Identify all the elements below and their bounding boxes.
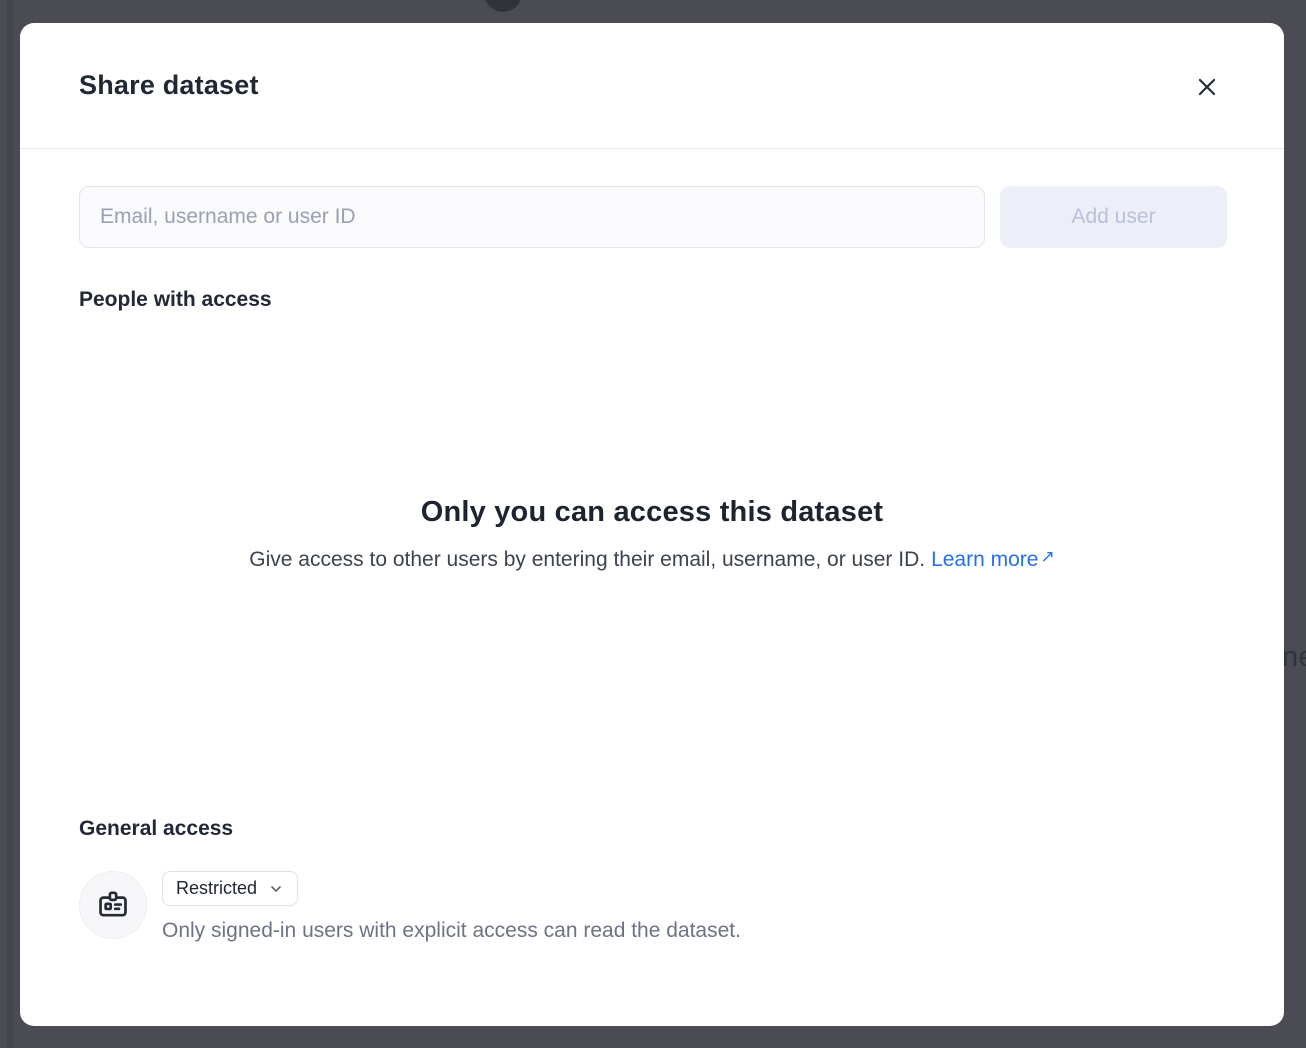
empty-state-title: Only you can access this dataset (20, 496, 1284, 529)
background-avatar (484, 0, 522, 12)
user-search-input[interactable] (79, 186, 985, 248)
id-badge-icon (96, 888, 130, 922)
general-access-description: Only signed-in users with explicit acces… (162, 919, 741, 943)
visibility-selected-value: Restricted (176, 878, 257, 899)
share-dataset-modal: Share dataset Add user People with acces… (20, 23, 1284, 1026)
external-link-icon: ↗ (1040, 547, 1054, 567)
general-access-details: Restricted Only signed-in users with exp… (162, 871, 741, 943)
restricted-badge-circle (79, 871, 147, 939)
close-icon (1194, 74, 1220, 100)
header-divider (20, 148, 1284, 149)
empty-state: Only you can access this dataset Give ac… (20, 496, 1284, 572)
add-user-button[interactable]: Add user (1000, 186, 1227, 248)
learn-more-link[interactable]: Learn more↗ (931, 548, 1055, 571)
learn-more-label: Learn more (931, 548, 1038, 571)
general-access-heading: General access (79, 817, 233, 841)
general-access-row: Restricted Only signed-in users with exp… (79, 871, 1227, 943)
add-user-row: Add user (79, 186, 1227, 248)
chevron-down-icon (268, 881, 284, 897)
modal-title: Share dataset (79, 70, 259, 101)
people-with-access-heading: People with access (79, 288, 272, 312)
empty-state-description: Give access to other users by entering t… (249, 548, 925, 571)
background-partial-text: ne (1282, 641, 1306, 674)
empty-state-description-row: Give access to other users by entering t… (20, 548, 1284, 572)
close-button[interactable] (1190, 70, 1224, 104)
visibility-dropdown[interactable]: Restricted (162, 871, 298, 906)
background-scrollbar (7, 0, 13, 1048)
